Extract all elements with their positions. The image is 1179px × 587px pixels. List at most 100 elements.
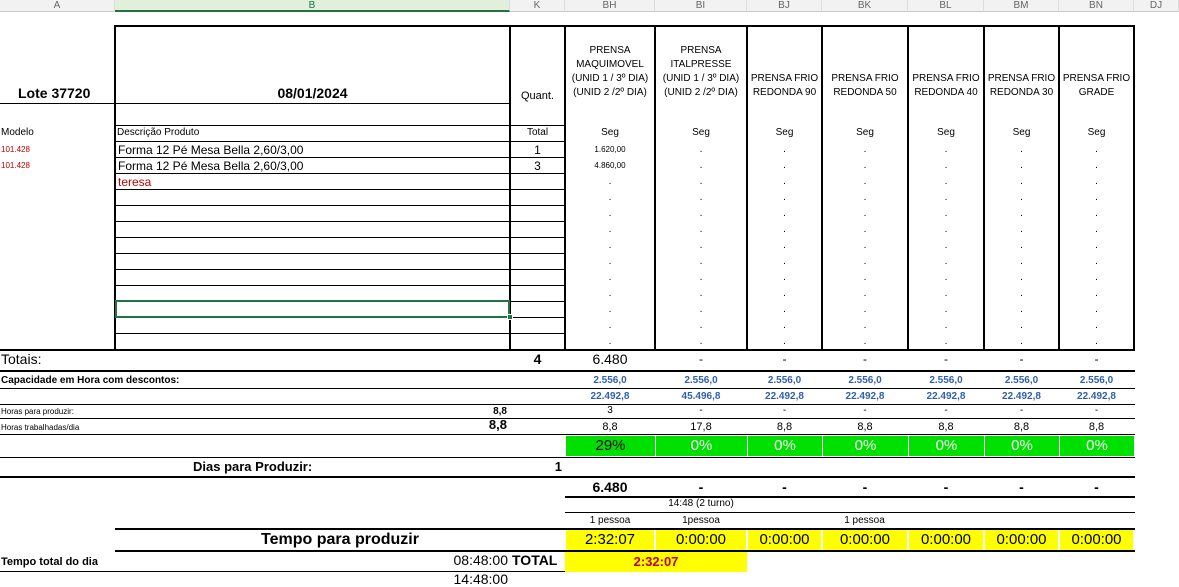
empty-marker: . (699, 192, 703, 203)
dias-label: Dias para Produzir: (193, 459, 313, 474)
item-1-quant[interactable]: 1 (510, 142, 565, 158)
unit-bj: Seg (775, 127, 794, 138)
horas-produzir-cell: 3 (607, 405, 613, 416)
date-label: 08/01/2024 (277, 85, 348, 101)
pessoa-bj-bl: 1 pessoa (844, 515, 885, 526)
empty-marker: . (608, 208, 612, 219)
empty-marker: . (944, 224, 948, 235)
empty-marker: . (944, 320, 948, 331)
empty-marker: . (863, 336, 867, 347)
tempo-cell: 0:00:00 (656, 530, 746, 550)
empty-marker: . (1020, 144, 1023, 155)
percent-cell: 0% (748, 436, 822, 456)
empty-marker: . (1020, 272, 1023, 283)
empty-marker: . (699, 224, 703, 235)
column-header-a[interactable]: A (0, 0, 115, 12)
tempo-cell: 0:00:00 (1060, 530, 1133, 550)
item-3-descricao[interactable]: teresa (118, 174, 151, 190)
unit-bk: Seg (856, 127, 874, 138)
empty-marker: . (863, 160, 867, 171)
empty-marker: . (863, 144, 867, 155)
selected-cell[interactable] (115, 300, 510, 318)
press-italpresse-header: PRENSA ITALPRESSE (UNID 1 / 3º DIA) (UNID 2… (662, 45, 740, 98)
horas-produzir-cell: - (1019, 405, 1024, 416)
column-header-bl[interactable]: BL (908, 0, 984, 12)
fill-handle[interactable] (507, 314, 513, 320)
item-2-bh[interactable]: 4.860,00 (565, 158, 655, 174)
item-2-quant[interactable]: 3 (510, 158, 565, 174)
item-2-descricao[interactable]: Forma 12 Pé Mesa Bella 2,60/3,00 (118, 158, 303, 174)
empty-marker: . (944, 256, 948, 267)
empty-marker: . (699, 176, 703, 187)
empty-marker: . (783, 240, 786, 251)
dias-value: 1 (554, 459, 562, 474)
press-redonda-50-header: PRENSA FRIO REDONDA 50 (831, 73, 899, 98)
empty-marker: . (699, 208, 703, 219)
empty-marker: . (608, 256, 612, 267)
tempo-total-time-2: 14:48:00 (453, 571, 509, 587)
item-1-modelo[interactable]: 101.428 (1, 142, 30, 158)
column-header-b[interactable]: B (115, 0, 510, 12)
press-redonda-40-header: PRENSA FRIO REDONDA 40 (912, 73, 980, 98)
column-header-bn[interactable]: BN (1059, 0, 1134, 12)
total-value: 2:32:07 (565, 552, 747, 572)
empty-marker: . (608, 224, 612, 235)
empty-marker: . (944, 176, 948, 187)
empty-marker: . (699, 288, 703, 299)
empty-marker: . (1020, 224, 1023, 235)
column-header-bm[interactable]: BM (984, 0, 1059, 12)
empty-marker: . (608, 288, 612, 299)
empty-marker: . (944, 272, 948, 283)
horas-produzir-cell: - (863, 405, 867, 416)
empty-marker: . (608, 176, 612, 187)
item-1-bh[interactable]: 1.620,00 (565, 142, 655, 158)
column-header-bj[interactable]: BJ (747, 0, 822, 12)
empty-marker: . (783, 336, 786, 347)
capacidade-value: 2.556,0 (1004, 375, 1039, 386)
press-grade-header: PRENSA FRIO GRADE (1062, 73, 1131, 98)
empty-marker: . (783, 272, 786, 283)
empty-marker: . (863, 272, 867, 283)
item-2-modelo[interactable]: 101.428 (1, 158, 30, 174)
empty-marker: . (783, 176, 786, 187)
empty-marker: . (1095, 336, 1098, 347)
horas-trabalhadas-cell: 8,8 (776, 421, 793, 433)
empty-marker: . (783, 304, 786, 315)
horas-produzir-cell: - (1094, 405, 1099, 416)
empty-marker: . (699, 320, 703, 331)
horas-trabalhadas-cell: 8,8 (938, 421, 954, 433)
tempo-label: Tempo para produzir (261, 531, 419, 548)
pessoa-bi: 1pessoa (682, 515, 720, 526)
empty-marker: . (1020, 320, 1023, 331)
empty-marker: . (944, 240, 948, 251)
totais-bl: - (944, 352, 948, 366)
empty-marker: . (1095, 160, 1098, 171)
empty-marker: . (1020, 208, 1023, 219)
empty-marker: . (863, 176, 867, 187)
totais-quant: 4 (533, 351, 542, 367)
horas-produzir-cell: - (944, 405, 948, 416)
empty-marker: . (783, 288, 786, 299)
total-label: Total (526, 127, 549, 138)
column-header-bk[interactable]: BK (822, 0, 908, 12)
empty-marker: . (863, 256, 867, 267)
empty-marker: . (863, 224, 867, 235)
total-label: TOTAL (512, 552, 558, 568)
empty-marker: . (944, 160, 948, 171)
empty-marker: . (1095, 272, 1098, 283)
capacidade-value: 2.556,0 (1079, 375, 1114, 386)
empty-marker: . (1020, 288, 1023, 299)
column-header-bi[interactable]: BI (655, 0, 747, 12)
empty-marker: . (1020, 304, 1023, 315)
empty-marker: . (1095, 256, 1098, 267)
column-header-bh[interactable]: BH (565, 0, 655, 12)
empty-marker: . (608, 336, 612, 347)
horas-trabalhadas-cell: 8,8 (1088, 421, 1105, 433)
totals2-cell: - (1019, 479, 1024, 495)
column-header-k[interactable]: K (510, 0, 565, 12)
item-1-descricao[interactable]: Forma 12 Pé Mesa Bella 2,60/3,00 (118, 142, 303, 158)
empty-marker: . (863, 304, 867, 315)
lote-label: Lote 37720 (18, 85, 91, 101)
column-header-dj[interactable]: DJ (1134, 0, 1179, 12)
empty-marker: . (863, 240, 867, 251)
